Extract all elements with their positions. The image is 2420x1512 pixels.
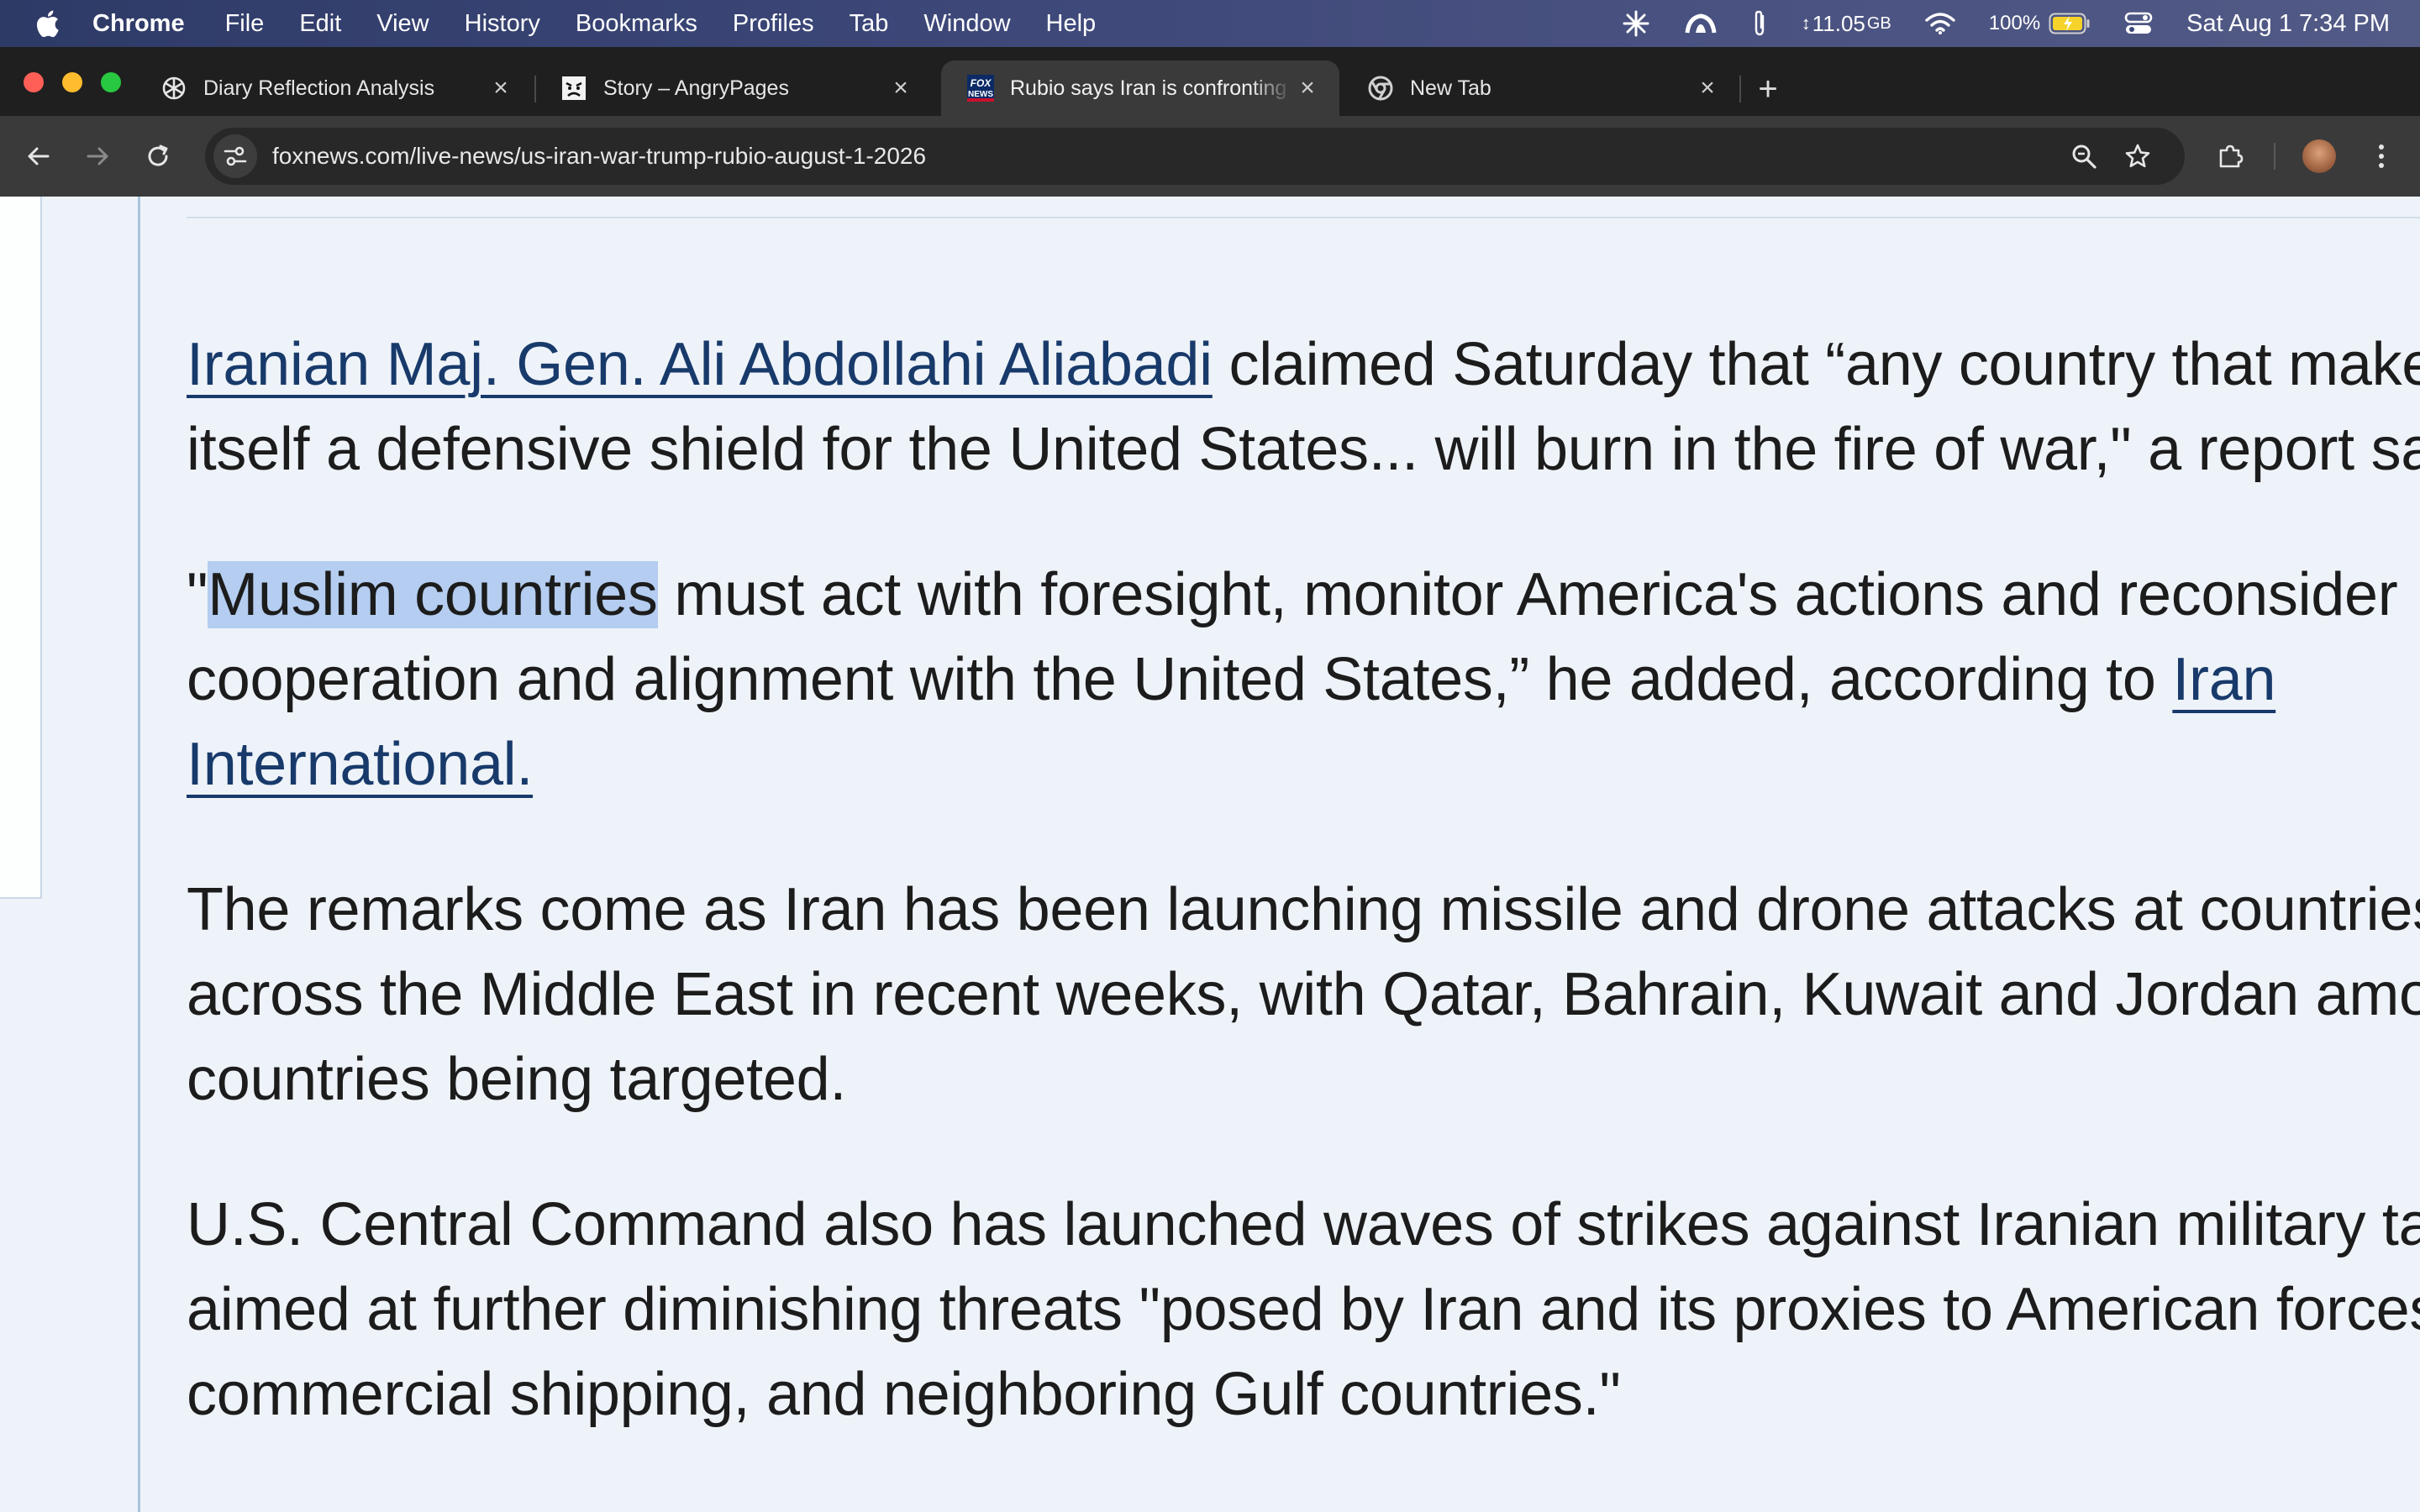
tab-close-icon[interactable]: ×: [886, 73, 916, 103]
paragraph-text: itself a defensive shield for the United…: [187, 416, 2420, 483]
paragraph-text: claimed Saturday that “any country that …: [1212, 331, 2420, 398]
paragraph-text: commercial shipping, and neighboring Gul…: [187, 1361, 1621, 1428]
post-divider: [187, 217, 2420, 218]
reload-icon[interactable]: [136, 134, 180, 178]
memory-unit: GB: [1866, 13, 1891, 33]
tab-close-icon[interactable]: ×: [486, 73, 516, 103]
paragraph-text: cooperation and alignment with the Unite…: [187, 646, 2173, 713]
forward-arrow-icon[interactable]: [76, 134, 119, 178]
tab-strip: Diary Reflection Analysis × Story – Angr…: [0, 47, 2420, 116]
toolbar-divider: [2274, 143, 2275, 170]
paragraph-text: The remarks come as Iran has been launch…: [187, 876, 2420, 943]
tab-angrypages-story[interactable]: Story – AngryPages ×: [534, 60, 933, 116]
article-paragraph-2: "Muslim countries must act with foresigh…: [187, 553, 2420, 807]
menu-bookmarks[interactable]: Bookmarks: [576, 10, 697, 38]
memory-status[interactable]: ↕ 11.05 GB: [1802, 11, 1891, 37]
back-arrow-icon[interactable]: [17, 134, 60, 178]
tab-title: Rubio says Iran is confronting: [1010, 76, 1287, 100]
chrome-icon: [1366, 74, 1395, 102]
extensions-puzzle-icon[interactable]: [2208, 134, 2252, 178]
article-body: Iranian Maj. Gen. Ali Abdollahi Aliabadi…: [187, 323, 2420, 1498]
article-paragraph-1: Iranian Maj. Gen. Ali Abdollahi Aliabadi…: [187, 323, 2420, 492]
menu-window[interactable]: Window: [923, 10, 1010, 38]
tab-close-icon[interactable]: ×: [1292, 73, 1323, 103]
paperclip-status-icon[interactable]: [1751, 9, 1768, 38]
web-page-viewport[interactable]: Iranian Maj. Gen. Ali Abdollahi Aliabadi…: [0, 197, 2420, 1512]
new-tab-plus-icon[interactable]: +: [1751, 71, 1785, 108]
angry-face-icon: [560, 74, 588, 102]
address-bar[interactable]: foxnews.com/live-news/us-iran-war-trump-…: [205, 128, 2185, 185]
bookmark-star-icon[interactable]: [2116, 134, 2160, 178]
chrome-menu-kebab-icon[interactable]: [2360, 134, 2403, 178]
cloud-status-icon[interactable]: [1684, 11, 1718, 36]
apple-menu-icon[interactable]: [30, 0, 64, 47]
battery-percent: 100%: [1988, 12, 2041, 34]
profile-avatar[interactable]: [2297, 134, 2341, 178]
sparkle-status-icon[interactable]: [1622, 9, 1650, 38]
tab-title: New Tab: [1410, 76, 1491, 100]
left-side-panel: [0, 197, 42, 899]
tab-title: Diary Reflection Analysis: [203, 76, 435, 100]
paragraph-text: aimed at further diminishing threats "po…: [187, 1276, 2420, 1343]
wifi-icon[interactable]: [1925, 12, 1955, 35]
selected-text-highlight[interactable]: Muslim countries: [208, 561, 658, 628]
macos-menu-bar: Chrome File Edit View History Bookmarks …: [0, 0, 2420, 47]
url-text[interactable]: foxnews.com/live-news/us-iran-war-trump-…: [272, 143, 926, 170]
article-paragraph-4: U.S. Central Command also has launched w…: [187, 1183, 2420, 1437]
menu-help[interactable]: Help: [1046, 10, 1097, 38]
menubar-clock[interactable]: Sat Aug 1 7:34 PM: [2186, 10, 2390, 38]
memory-value: 11.05: [1812, 10, 1865, 36]
control-center-icon[interactable]: [2124, 11, 2153, 36]
tab-diary-reflection[interactable]: Diary Reflection Analysis ×: [134, 60, 533, 116]
svg-text:NEWS: NEWS: [968, 90, 993, 99]
paragraph-text: must act with foresight, monitor America…: [657, 561, 2398, 628]
zoom-magnifier-icon[interactable]: [2062, 134, 2106, 178]
live-blog-timeline-rail: [138, 197, 140, 1512]
memory-arrows-icon: ↕: [1801, 13, 1811, 34]
article-paragraph-3: The remarks come as Iran has been launch…: [187, 868, 2420, 1122]
quote-mark: ": [187, 561, 208, 628]
paragraph-text: U.S. Central Command also has launched w…: [187, 1191, 2420, 1258]
menu-view[interactable]: View: [376, 10, 429, 38]
tab-foxnews-rubio[interactable]: FOX NEWS Rubio says Iran is confronting ×: [941, 60, 1339, 116]
browser-toolbar: foxnews.com/live-news/us-iran-war-trump-…: [0, 116, 2420, 197]
avatar: [2302, 139, 2336, 173]
link-aliabadi[interactable]: Iranian Maj. Gen. Ali Abdollahi Aliabadi: [187, 331, 1213, 398]
menu-history[interactable]: History: [465, 10, 540, 38]
tab-title: Story – AngryPages: [603, 76, 789, 100]
openai-icon: [160, 74, 188, 102]
window-zoom-button[interactable]: [101, 72, 121, 92]
menu-edit[interactable]: Edit: [299, 10, 341, 38]
paragraph-text: countries being targeted.: [187, 1046, 847, 1113]
menu-file[interactable]: File: [225, 10, 265, 38]
tab-close-icon[interactable]: ×: [1692, 73, 1723, 103]
tab-separator: [1739, 76, 1741, 102]
menu-profiles[interactable]: Profiles: [733, 10, 814, 38]
window-minimize-button[interactable]: [62, 72, 82, 92]
paragraph-text: across the Middle East in recent weeks, …: [187, 961, 2420, 1028]
svg-text:FOX: FOX: [971, 77, 992, 89]
window-close-button[interactable]: [24, 72, 44, 92]
window-controls: [24, 72, 139, 92]
fox-news-icon: FOX NEWS: [966, 74, 995, 102]
link-iran-international-cont[interactable]: International.: [187, 731, 533, 798]
menu-app-name[interactable]: Chrome: [92, 10, 185, 38]
menu-tab[interactable]: Tab: [850, 10, 889, 38]
link-iran-international[interactable]: Iran: [2172, 646, 2275, 713]
battery-charging-icon[interactable]: [2049, 13, 2091, 34]
site-settings-icon[interactable]: [213, 134, 257, 178]
tab-new-tab[interactable]: New Tab ×: [1341, 60, 1739, 116]
